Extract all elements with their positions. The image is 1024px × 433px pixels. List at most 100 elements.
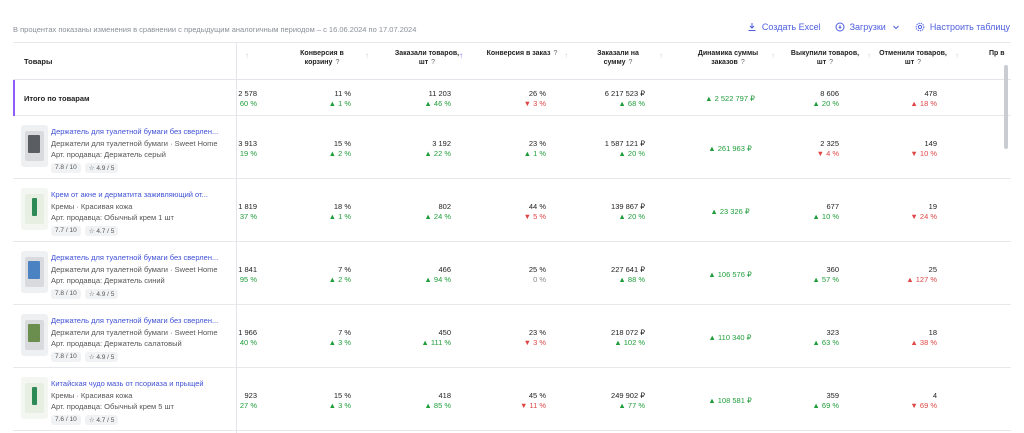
help-icon[interactable]: ? [741,59,745,66]
sort-icon[interactable]: ↑ [245,51,249,60]
product-row[interactable]: Держатель для туалетной бумаги без сверл… [13,116,236,179]
metric-change: ▲ 63 % [812,338,839,347]
metric-change: ▲ 127 % [906,275,937,284]
metric-change: ▲ 1 % [328,212,351,221]
product-row[interactable]: Китайская чудо мазь от псориаза и прыщей… [13,368,236,431]
metric-value: 139 867 ₽ [611,202,645,211]
metric-value: 18 [928,328,937,337]
help-icon[interactable]: ? [431,59,435,66]
product-image[interactable] [21,377,48,419]
configure-table-label: Настроить таблицу [929,22,1010,32]
sort-icon[interactable]: ↑ [867,51,871,60]
vertical-scrollbar[interactable] [1004,65,1008,149]
total-row-label: Итого по товарам [13,80,236,116]
metric-value: 418 [438,391,451,400]
rating-badge: 7.8 / 10 [51,163,81,173]
rating-badges: 7.8 / 10 ☆ 4.9 / 5 [51,163,119,173]
metric-change: ▲ 85 % [424,401,451,410]
metric-change: ▲ 20 % [812,99,839,108]
configure-table-button[interactable]: Настроить таблицу [915,22,1010,32]
header-conv-order[interactable]: Конверсия в заказ? [482,49,562,58]
metric-change: 95 % [239,275,257,284]
metric-value: 450 [438,328,451,337]
star-rating-badge: ☆ 4.9 / 5 [84,289,119,299]
product-row[interactable]: Держатель для туалетной бумаги без сверл… [13,305,236,368]
downloads-label: Загрузки [849,22,886,32]
create-excel-button[interactable]: Создать Excel [747,22,821,32]
product-image[interactable] [21,251,48,293]
total-highlight-bar [13,80,15,116]
product-category: Кремы · Красивая кожа [51,202,133,211]
metric-change: ▲ 1 % [328,99,351,108]
metric-change: ▲ 20 % [618,212,645,221]
gear-icon [915,22,925,32]
product-name-link[interactable]: Крем от акне и дерматита заживляющий от.… [51,190,233,199]
star-rating-badge: ☆ 4.7 / 5 [84,226,119,236]
downloads-button[interactable]: Загрузки [835,22,901,32]
period-note: В процентах показаны изменения в сравнен… [13,25,417,34]
metric-change: ▼ 69 % [910,401,937,410]
help-icon[interactable]: ? [917,59,921,66]
metric-change: ▲ 69 % [812,401,839,410]
metric-value: 466 [438,265,451,274]
product-name-link[interactable]: Держатель для туалетной бумаги без сверл… [51,127,233,136]
metric-value: 25 % [528,265,546,274]
product-image-shape [28,261,40,279]
metric-change: ▲ 68 % [618,99,645,108]
product-article: Арт. продавца: Держатель синий [51,276,165,285]
downloads-icon [835,22,845,32]
header-ordered-qty[interactable]: Заказали товаров, шт? [387,49,467,67]
sort-active-icon[interactable]: ↑ [459,51,463,60]
rating-badge: 7.8 / 10 [51,289,81,299]
product-image[interactable] [21,314,48,356]
metric-value: 677 [826,202,839,211]
metrics-row: 923 27 % 15 % ▲ 3 % 418 ▲ 85 % 45 % ▼ 11 % 249 9… [237,368,1011,431]
product-name-link[interactable]: Китайская чудо мазь от псориаза и прыщей [51,379,233,388]
metric-change: 37 % [239,212,257,221]
help-icon[interactable]: ? [553,50,557,57]
sort-icon[interactable]: ↑ [955,51,959,60]
header-ordered-sum[interactable]: Заказали на сумму? [582,49,654,67]
product-image-shape [32,198,37,216]
order-sum-dynamics-value: ▲ 106 576 ₽ [708,270,752,279]
sort-icon[interactable]: ↑ [564,51,568,60]
rating-badges: 7.8 / 10 ☆ 4.9 / 5 [51,352,119,362]
header-ordered-sum-label: Заказали на сумму [597,50,639,66]
metric-value: 45 % [528,391,546,400]
product-article: Арт. продавца: Держатель серый [51,150,166,159]
metric-value: 2 578 [238,89,257,98]
metric-value: 1 587 121 ₽ [604,139,645,148]
metric-change: ▲ 46 % [424,99,451,108]
help-icon[interactable]: ? [829,59,833,66]
sort-icon[interactable]: ↑ [659,51,663,60]
header-conv-cart[interactable]: Конверсия в корзину? [287,49,357,67]
product-name-link[interactable]: Держатель для туалетной бумаги без сверл… [51,253,233,262]
metric-change: ▼ 11 % [519,401,546,410]
star-rating-badge: ☆ 4.9 / 5 [84,352,119,362]
metric-change: ▼ 4 % [816,149,839,158]
metric-value: 1 819 [238,202,257,211]
product-row[interactable]: Крем от акне и дерматита заживляющий от.… [13,179,236,242]
product-image[interactable] [21,125,48,167]
metric-value: 249 902 ₽ [611,391,645,400]
sort-icon[interactable]: ↑ [365,51,369,60]
metric-change: ▲ 3 % [328,401,351,410]
header-bought-qty[interactable]: Выкупили товаров, шт? [789,49,861,67]
sort-icon[interactable]: ↑ [771,51,775,60]
header-dyn-sum[interactable]: Динамика суммы заказов? [689,49,767,67]
product-image[interactable] [21,188,48,230]
metric-value: 15 % [333,139,351,148]
metric-change: ▲ 94 % [424,275,451,284]
metric-change: 27 % [239,401,257,410]
header-cut-last[interactable]: Пр в [989,49,1011,58]
product-row[interactable]: Держатель для туалетной бумаги без сверл… [13,242,236,305]
products-header[interactable]: Товары [13,43,236,80]
product-name-link[interactable]: Держатель для туалетной бумаги без сверл… [51,316,233,325]
products-table: Товары Итого по товарам Держатель для ту… [13,42,1011,433]
header-cancel-qty[interactable]: Отменили товаров, шт? [877,49,949,67]
metric-change: ▼ 24 % [910,212,937,221]
help-icon[interactable]: ? [628,59,632,66]
help-icon[interactable]: ? [335,59,339,66]
metric-change: ▲ 38 % [910,338,937,347]
metric-change: ▲ 2 % [328,275,351,284]
